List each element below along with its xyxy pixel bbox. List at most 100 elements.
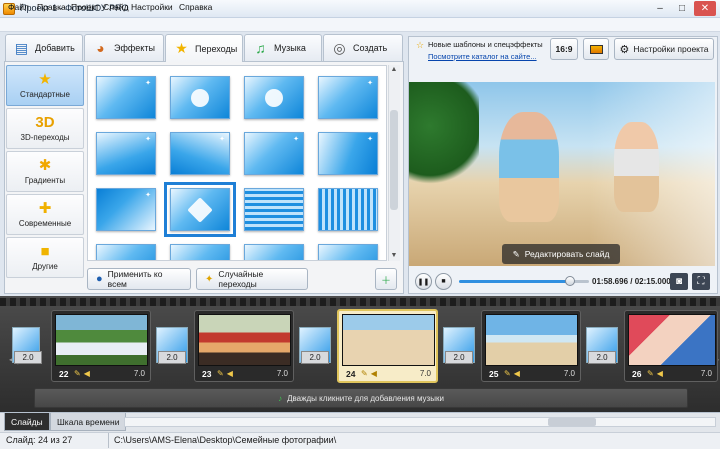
film-reel-icon: ◎ [333, 39, 346, 56]
transition-thumb[interactable] [244, 188, 304, 231]
add-transition-button[interactable]: ＋ [375, 268, 397, 290]
transition-thumb[interactable] [170, 76, 230, 119]
scroll-up-icon[interactable]: ▲ [389, 66, 399, 73]
category-list: ★ Стандартные 3D 3D-переходы ✱ Градиенты… [6, 65, 84, 279]
transition-thumb[interactable]: ✦ [318, 132, 378, 175]
slide-card[interactable]: 23 ✎◀ 7.0 [194, 310, 294, 382]
folder-icon: ▤ [14, 39, 29, 56]
slide-thumbnail [485, 314, 578, 366]
slide-card[interactable]: 22 ✎◀ 7.0 [51, 310, 151, 382]
fullscreen-icon: ⛶ [697, 276, 705, 287]
scrollbar-thumb[interactable] [548, 418, 596, 426]
slide-thumbnail [628, 314, 716, 366]
slide-thumbnail [55, 314, 148, 366]
menu-project[interactable]: Проект [71, 1, 99, 13]
transition-thumb[interactable] [170, 244, 230, 260]
transition-thumb[interactable]: ✦ [244, 132, 304, 175]
transition-duration: 2.0 [14, 351, 42, 364]
slide-number: 25 [489, 369, 499, 379]
slide-number: 26 [632, 369, 642, 379]
transition-thumb[interactable]: ✦ [96, 188, 156, 231]
project-path: C:\Users\AMS-Elena\Desktop\Семейные фото… [114, 435, 337, 445]
transition-thumb[interactable] [244, 76, 304, 119]
tab-create[interactable]: ◎ Создать [323, 34, 403, 61]
transition-thumb[interactable]: ✦ [170, 132, 230, 175]
transition-thumb[interactable] [318, 188, 378, 231]
transition-thumb[interactable]: ✦ [96, 132, 156, 175]
transition-thumb[interactable]: ✦ [96, 76, 156, 119]
category-gradients[interactable]: ✱ Градиенты [6, 151, 84, 192]
transition-thumb[interactable] [244, 244, 304, 260]
tab-label: Музыка [274, 43, 306, 53]
stop-icon: ■ [441, 278, 446, 285]
music-track[interactable]: ♪ Дважды кликните для добавления музыки [34, 388, 688, 408]
palette-icon: ◕ [96, 40, 105, 56]
snapshot-button[interactable]: ◙ [670, 273, 688, 290]
edit-slide-button[interactable]: ✎ Редактировать слайд [502, 244, 620, 264]
transition-thumb[interactable] [96, 244, 156, 260]
child-figure [499, 112, 559, 222]
menu-edit[interactable]: Правка [37, 1, 66, 13]
random-transitions-button[interactable]: ✦ Случайные переходы [196, 268, 308, 290]
tab-effects[interactable]: ◕ Эффекты [84, 34, 164, 61]
menu-file[interactable]: Файл [8, 1, 29, 13]
slide-tool-icons: ✎◀ [361, 369, 380, 378]
slide-number: 22 [59, 369, 69, 379]
transition-thumb[interactable] [318, 244, 378, 260]
project-settings-button[interactable]: ⚙ Настройки проекта [614, 38, 714, 60]
globe-icon: ● [96, 273, 103, 285]
transition-thumb-selected[interactable] [164, 182, 236, 237]
apply-to-all-button[interactable]: ● Применить ко всем [87, 268, 191, 290]
slide-duration: 7.0 [276, 369, 288, 378]
menu-settings[interactable]: Настройки [131, 1, 173, 13]
slide-number: 23 [202, 369, 212, 379]
menu-help[interactable]: Справка [179, 1, 212, 13]
tab-music[interactable]: ♫ Музыка [244, 34, 322, 61]
screen-icon [589, 44, 603, 54]
film-strip-border [0, 298, 720, 306]
transition-duration: 2.0 [158, 351, 186, 364]
category-standard[interactable]: ★ Стандартные [6, 65, 84, 106]
aspect-ratio-button[interactable]: 16:9 [550, 38, 578, 60]
slide-preview [409, 82, 715, 266]
slide-counter: Слайд: 24 из 27 [6, 435, 73, 445]
slide-card[interactable]: 26 ✎◀ 7.0 [624, 310, 718, 382]
tab-label: Переходы [195, 43, 238, 54]
slide-card[interactable]: 25 ✎◀ 7.0 [481, 310, 581, 382]
add-icon: ＋ [381, 275, 391, 287]
tab-timeline[interactable]: Шкала времени [50, 413, 127, 431]
tab-slides[interactable]: Слайды [4, 413, 50, 431]
category-other[interactable]: ■ Другие [6, 237, 84, 278]
slide-tool-icons: ✎◀ [647, 369, 666, 378]
tab-label: Эффекты [114, 43, 155, 53]
category-modern[interactable]: ✚ Современные [6, 194, 84, 235]
news-text: Новые шаблоны и спецэффекты [428, 40, 543, 49]
tab-add[interactable]: ▤ Добавить [5, 34, 83, 61]
box-icon: ■ [40, 243, 50, 260]
slide-thumbnail [198, 314, 291, 366]
music-add-icon: ♪ [278, 393, 283, 403]
scroll-down-icon[interactable]: ▼ [389, 252, 399, 259]
child-figure [614, 122, 659, 212]
stop-button[interactable]: ■ [435, 273, 452, 290]
slide-tool-icons: ✎◀ [217, 369, 236, 378]
transition-thumb[interactable]: ✦ [318, 76, 378, 119]
menu-slide[interactable]: Слайд [103, 1, 129, 13]
theme-button[interactable] [583, 38, 609, 60]
music-note-icon: ♫ [255, 40, 266, 56]
scrollbar-thumb[interactable] [390, 110, 398, 210]
fullscreen-button[interactable]: ⛶ [692, 273, 710, 290]
playback-slider-knob[interactable] [565, 276, 575, 286]
tab-transitions[interactable]: ★ Переходы [165, 34, 243, 62]
close-button[interactable]: ✕ [694, 1, 716, 16]
horizontal-scrollbar[interactable] [124, 417, 716, 427]
slide-card-selected[interactable]: 24 ✎◀ 7.0 [337, 309, 438, 383]
slide-thumbnail [342, 314, 435, 366]
transition-grid: ✦ ✦ ✦ ✦ ✦ ✦ ✦ [87, 65, 387, 261]
category-3d[interactable]: 3D 3D-переходы [6, 108, 84, 149]
maximize-button[interactable]: □ [672, 1, 692, 16]
minimize-button[interactable]: – [650, 1, 670, 16]
playback-progress[interactable] [459, 280, 569, 283]
catalog-link[interactable]: Посмотрите каталог на сайте... [428, 52, 537, 61]
pause-button[interactable]: ❚❚ [415, 273, 432, 290]
